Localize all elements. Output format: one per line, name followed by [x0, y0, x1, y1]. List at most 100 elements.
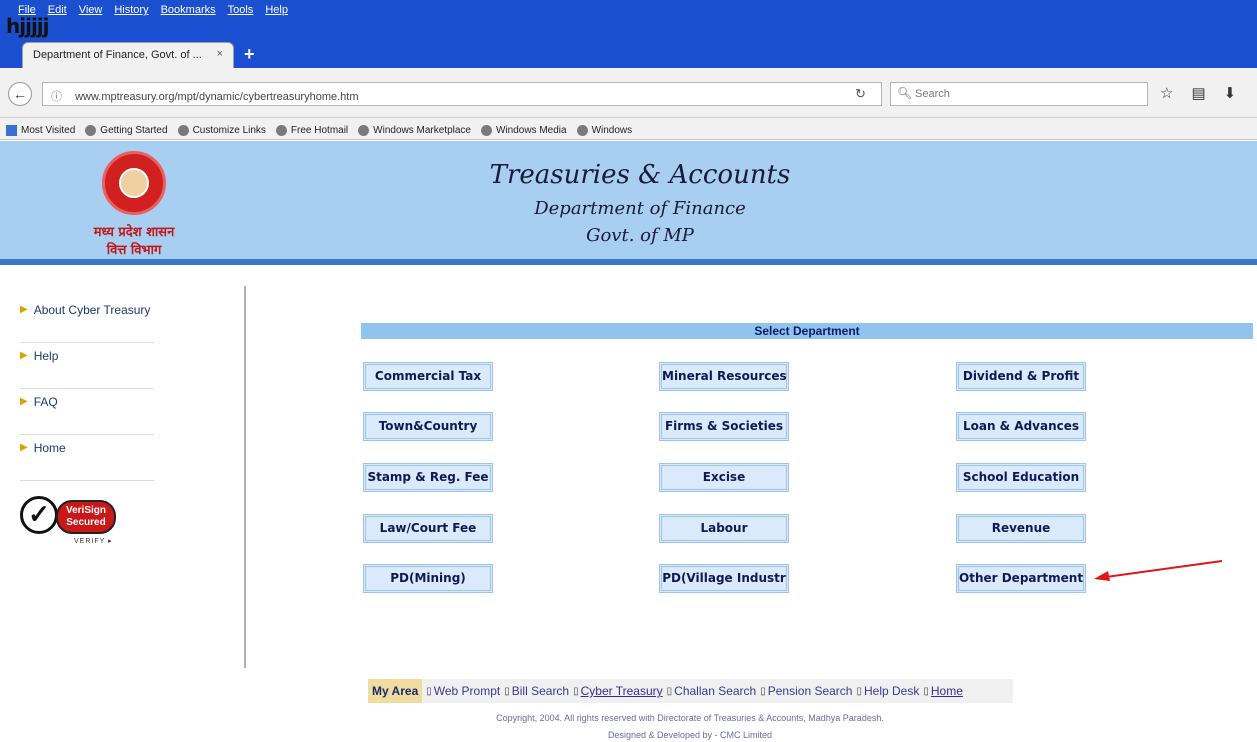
dept-button-pd-mining[interactable]: PD(Mining)	[363, 564, 493, 593]
site-title: Treasuries & Accounts	[489, 160, 791, 190]
menu-help[interactable]: Help	[265, 4, 288, 16]
triangle-right-icon: ▶	[20, 442, 28, 453]
bookmark-label: Customize Links	[192, 125, 266, 136]
dept-button-stamp-reg-fee[interactable]: Stamp & Reg. Fee	[363, 463, 493, 492]
select-department-heading: Select Department	[361, 323, 1253, 339]
bookmark-label: Free Hotmail	[290, 125, 349, 136]
download-icon[interactable]: ⬇	[1224, 84, 1237, 102]
menu-tools[interactable]: Tools	[228, 4, 254, 16]
bookmark-windows[interactable]: Windows	[576, 122, 633, 139]
dept-button-other-department[interactable]: Other Department	[956, 564, 1086, 593]
dept-button-pd-village-industry[interactable]: PD(Village Industr	[659, 564, 789, 593]
dept-button-excise[interactable]: Excise	[659, 463, 789, 492]
nav-item-help[interactable]: ▶ Help	[20, 343, 154, 389]
tab-title: Department of Finance, Govt. of ...	[33, 49, 202, 61]
back-arrow-icon: ←	[13, 86, 27, 102]
arrow-head	[1094, 571, 1110, 581]
globe-icon	[358, 125, 370, 136]
menu-list: File Edit View History Bookmarks Tools H…	[18, 4, 288, 16]
triangle-right-icon: ▶	[20, 350, 28, 361]
search-input[interactable]: 🔍︎ Search	[890, 82, 1148, 106]
separator-icon: ▯	[760, 685, 766, 697]
separator-icon: ▯	[856, 685, 862, 697]
footer-link-help-desk[interactable]: Help Desk	[864, 684, 919, 698]
dept-button-school-education[interactable]: School Education	[956, 463, 1086, 492]
dept-button-commercial-tax[interactable]: Commercial Tax	[363, 362, 493, 391]
back-button[interactable]: ←	[8, 82, 32, 106]
copyright-text: Copyright, 2004. All rights reserved wit…	[496, 713, 884, 723]
footer-link-bill-search[interactable]: Bill Search	[512, 684, 569, 698]
url-bar[interactable]: ⓘ www.mptreasury.org/mpt/dynamic/cybertr…	[42, 82, 882, 106]
footer-link-challan-search[interactable]: Challan Search	[674, 684, 756, 698]
dept-button-town-country[interactable]: Town&Country	[363, 412, 493, 441]
emblem-text-line2: वित्त विभाग	[106, 243, 162, 258]
menu-view[interactable]: View	[79, 4, 103, 16]
separator-icon: ▯	[504, 685, 510, 697]
search-icon: 🔍︎	[897, 86, 913, 100]
nav-item-home[interactable]: ▶ Home	[20, 435, 154, 481]
close-icon[interactable]: ×	[217, 48, 223, 60]
nav-item-faq[interactable]: ▶ FAQ	[20, 389, 154, 435]
separator-icon: ▯	[923, 685, 929, 697]
new-tab-button[interactable]: +	[244, 44, 255, 65]
nav-item-label: FAQ	[33, 395, 58, 409]
dept-button-firms-societies[interactable]: Firms & Societies	[659, 412, 789, 441]
bookmark-free-hotmail[interactable]: Free Hotmail	[275, 122, 349, 139]
bookmark-folder-icon	[6, 125, 17, 136]
search-placeholder: Search	[915, 88, 950, 100]
menu-bookmarks[interactable]: Bookmarks	[161, 4, 216, 16]
arrow-shaft	[1105, 560, 1223, 578]
footer-link-web-prompt[interactable]: Web Prompt	[434, 684, 500, 698]
dept-button-revenue[interactable]: Revenue	[956, 514, 1086, 543]
red-arrow-annotation	[1094, 560, 1223, 581]
nav-item-label: Home	[33, 441, 66, 455]
info-icon[interactable]: ⓘ	[51, 91, 62, 103]
globe-icon	[275, 125, 287, 136]
dept-button-labour[interactable]: Labour	[659, 514, 789, 543]
bookmark-most-visited[interactable]: Most Visited	[6, 122, 75, 139]
dept-button-law-court-fee[interactable]: Law/Court Fee	[363, 514, 493, 543]
nav-item-label: About Cyber Treasury	[33, 303, 151, 317]
bookmark-label: Most Visited	[21, 125, 76, 136]
emblem-icon	[102, 151, 166, 215]
checkmark-icon: ✓	[20, 496, 58, 534]
bookmark-label: Windows Marketplace	[373, 125, 471, 136]
bookmark-label: Windows Media	[495, 125, 567, 136]
footer-link-cyber-treasury[interactable]: Cyber Treasury	[581, 684, 663, 698]
nav-item-about[interactable]: ▶ About Cyber Treasury	[20, 297, 154, 343]
bookmark-windows-media[interactable]: Windows Media	[480, 122, 567, 139]
bookmark-label: Windows	[591, 125, 633, 136]
footer-link-home[interactable]: Home	[931, 684, 963, 698]
dept-button-loan-advances[interactable]: Loan & Advances	[956, 412, 1086, 441]
verisign-badge-line1: VeriSign	[65, 505, 106, 516]
vertical-divider	[244, 286, 246, 668]
reload-icon[interactable]: ↻	[855, 86, 866, 102]
verisign-verify-text: VERIFY ▸	[74, 538, 113, 545]
emblem-text-line1: मध्य प्रदेश शासन	[93, 225, 175, 240]
globe-icon	[576, 125, 588, 136]
url-text: www.mptreasury.org/mpt/dynamic/cybertrea…	[75, 91, 359, 103]
bookmark-windows-marketplace[interactable]: Windows Marketplace	[358, 122, 471, 139]
designed-by-text: Designed & Developed by - CMC Limited	[607, 730, 773, 740]
left-navigation: ▶ About Cyber Treasury ▶ Help ▶ FAQ ▶ Home	[20, 297, 154, 481]
toolbar-icons: ☆ ▤ ⬇	[1160, 84, 1236, 102]
dept-button-dividend-profit[interactable]: Dividend & Profit	[956, 362, 1086, 391]
bookmark-label: Getting Started	[100, 125, 168, 136]
globe-icon	[480, 125, 492, 136]
site-subtitle-department: Department of Finance	[534, 198, 746, 219]
bookmark-getting-started[interactable]: Getting Started	[85, 122, 168, 139]
menu-edit[interactable]: Edit	[48, 4, 67, 16]
menu-history[interactable]: History	[114, 4, 148, 16]
star-icon[interactable]: ☆	[1160, 84, 1173, 102]
dept-button-mineral-resources[interactable]: Mineral Resources	[659, 362, 789, 391]
reading-list-icon[interactable]: ▤	[1191, 84, 1205, 102]
browser-tab[interactable]: Department of Finance, Govt. of ... ×	[22, 42, 234, 68]
footer-link-pension-search[interactable]: Pension Search	[768, 684, 853, 698]
verisign-seal[interactable]: ✓ VeriSign Secured VERIFY ▸	[20, 492, 120, 548]
triangle-right-icon: ▶	[20, 396, 28, 407]
menu-bar: File Edit View History Bookmarks Tools H…	[0, 0, 1257, 40]
verisign-badge: VeriSign Secured	[56, 500, 116, 534]
bookmarks-toolbar: Most Visited Getting Started Customize L…	[0, 118, 1257, 140]
bookmark-customize-links[interactable]: Customize Links	[177, 122, 266, 139]
footer-links-bar: My Area ▯ Web Prompt ▯ Bill Search ▯ Cyber …	[368, 679, 1013, 703]
